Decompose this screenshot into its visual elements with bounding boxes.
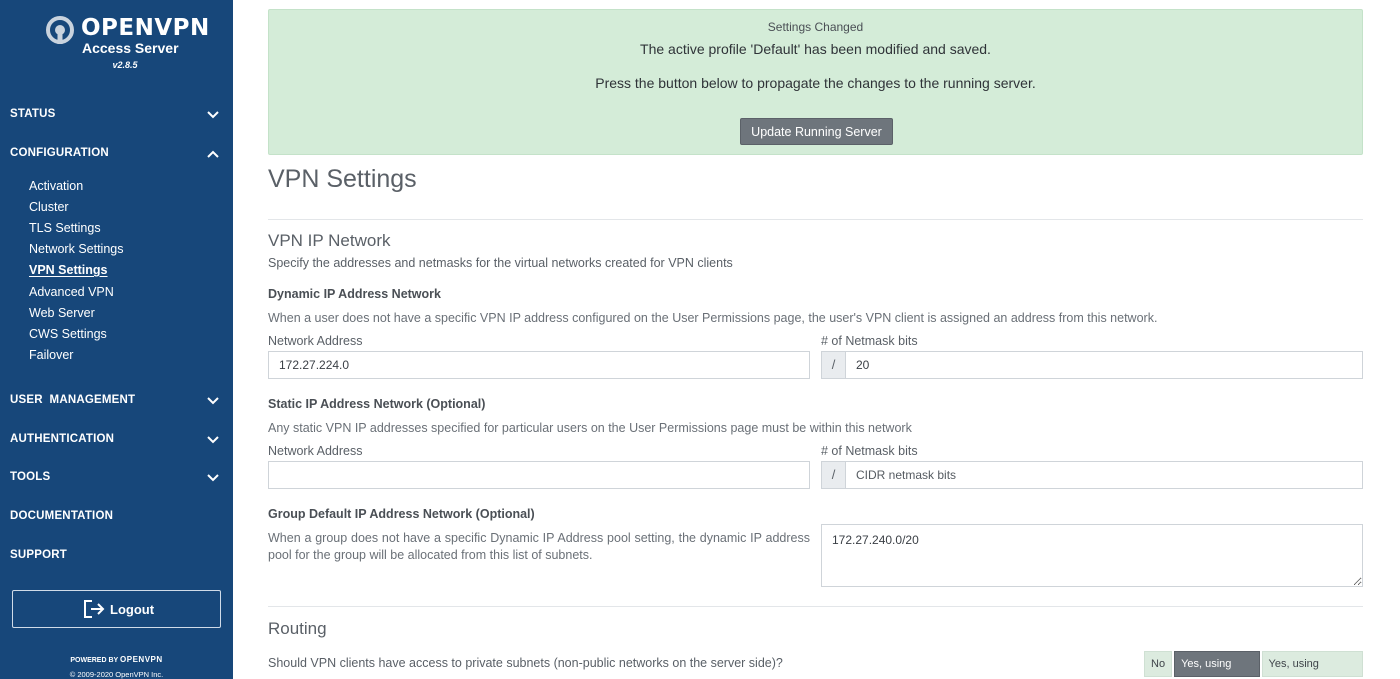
sidebar-item-cluster[interactable]: Cluster <box>29 200 69 214</box>
nav-user-management-label: USER MANAGEMENT <box>10 394 136 406</box>
nav-authentication-label: AUTHENTICATION <box>10 433 115 445</box>
logout-label: Logout <box>110 602 155 617</box>
static-help-text: Any static VPN IP addresses specified fo… <box>268 421 630 435</box>
alert-message: The active profile 'Default' has been mo… <box>640 41 991 57</box>
nav-documentation[interactable]: DOCUMENTATION <box>10 510 223 530</box>
static-netmask-label: # of Netmask bits <box>821 444 918 458</box>
dynamic-help-text-end: page, the user's VPN client is assigned … <box>770 311 1158 325</box>
dynamic-help-text: When a user does not have a specific VPN… <box>268 311 673 325</box>
routing-title: Routing <box>268 619 327 638</box>
alert-title: Settings Changed <box>767 20 864 34</box>
nav-status[interactable]: STATUS <box>10 108 223 128</box>
page-title: VPN Settings <box>268 165 417 193</box>
nav-tools-label: TOOLS <box>10 471 51 483</box>
nav-configuration[interactable]: CONFIGURATION <box>10 147 223 167</box>
static-help-text-end: page must be within this network <box>727 421 912 435</box>
chevron-down-icon <box>207 111 219 119</box>
routing-toggle-group: No Yes, using NAT Yes, using Routing <box>1144 651 1363 677</box>
nav-support-label: SUPPORT <box>10 549 67 561</box>
copyright: © 2009-2020 OpenVPN Inc. <box>69 670 164 679</box>
dynamic-netmask-input[interactable] <box>845 351 1363 379</box>
nav-status-label: STATUS <box>10 108 56 120</box>
nav-authentication[interactable]: AUTHENTICATION <box>10 433 223 453</box>
group-network-help: When a group does not have a specific Dy… <box>268 531 810 562</box>
sidebar-item-network-settings[interactable]: Network Settings <box>29 242 123 256</box>
settings-changed-alert: Settings Changed The active profile 'Def… <box>268 9 1363 155</box>
routing-question: Should VPN clients have access to privat… <box>268 656 783 670</box>
sidebar-item-tls-settings[interactable]: TLS Settings <box>29 221 101 235</box>
dynamic-network-address-input[interactable] <box>268 351 810 379</box>
vpn-ip-network-title: VPN IP Network <box>268 231 391 250</box>
powered-by-label: POWERED BY <box>70 657 119 664</box>
powered-by: POWERED BY OPENVPN <box>0 655 233 664</box>
brand-name: OPENVPN <box>81 15 210 41</box>
update-running-server-button[interactable]: Update Running Server <box>740 118 893 145</box>
sidebar-item-web-server[interactable]: Web Server <box>29 306 95 320</box>
routing-option-routing[interactable]: Yes, using Routing <box>1261 651 1363 677</box>
divider <box>268 606 1363 607</box>
user-permissions-link[interactable]: User Permissions <box>672 311 770 325</box>
powered-by-logo: OPENVPN <box>120 655 163 664</box>
version-label: v2.8.5 <box>112 60 138 70</box>
nav-support[interactable]: SUPPORT <box>10 549 223 569</box>
netmask-slash: / <box>821 461 845 489</box>
sidebar-item-advanced-vpn[interactable]: Advanced VPN <box>29 285 114 299</box>
chevron-down-icon <box>207 397 219 405</box>
product-name: Access Server <box>82 40 179 56</box>
user-permissions-link[interactable]: User Permissions <box>629 421 727 435</box>
netmask-slash: / <box>821 351 845 379</box>
sidebar: OPENVPN Access Server v2.8.5 STATUS CONF… <box>0 0 233 679</box>
nav-tools[interactable]: TOOLS <box>10 471 223 491</box>
logout-button[interactable]: Logout <box>12 590 221 628</box>
group-subnets-textarea[interactable]: 172.27.240.0/20 <box>821 524 1363 587</box>
dynamic-netmask-label: # of Netmask bits <box>821 334 918 348</box>
sidebar-item-vpn-settings[interactable]: VPN Settings <box>29 263 108 277</box>
sidebar-item-cws-settings[interactable]: CWS Settings <box>29 327 107 341</box>
openvpn-logo-icon <box>46 16 74 44</box>
group-network-title: Group Default IP Address Network (Option… <box>268 507 535 521</box>
vpn-ip-network-description: Specify the addresses and netmasks for t… <box>268 256 733 270</box>
dynamic-network-address-label: Network Address <box>268 334 363 348</box>
dynamic-network-help: When a user does not have a specific VPN… <box>268 311 1157 325</box>
nav-user-management[interactable]: USER MANAGEMENT <box>10 394 223 414</box>
logout-icon <box>84 600 105 618</box>
static-netmask-input[interactable] <box>845 461 1363 489</box>
divider <box>268 219 1363 220</box>
chevron-down-icon <box>207 474 219 482</box>
openvpn-logo[interactable]: OPENVPN Access Server v2.8.5 <box>0 12 233 72</box>
chevron-up-icon <box>207 150 219 158</box>
alert-instruction: Press the button below to propagate the … <box>595 75 1036 91</box>
sidebar-item-failover[interactable]: Failover <box>29 348 73 362</box>
nav-documentation-label: DOCUMENTATION <box>10 510 114 522</box>
routing-option-nat[interactable]: Yes, using NAT <box>1174 651 1260 677</box>
nav-configuration-label: CONFIGURATION <box>10 147 109 159</box>
chevron-down-icon <box>207 436 219 444</box>
routing-option-no[interactable]: No <box>1144 651 1173 677</box>
dynamic-network-title: Dynamic IP Address Network <box>268 287 441 301</box>
static-network-title: Static IP Address Network (Optional) <box>268 397 486 411</box>
static-network-help: Any static VPN IP addresses specified fo… <box>268 421 912 435</box>
static-network-address-input[interactable] <box>268 461 810 489</box>
sidebar-item-activation[interactable]: Activation <box>29 179 83 193</box>
static-network-address-label: Network Address <box>268 444 363 458</box>
